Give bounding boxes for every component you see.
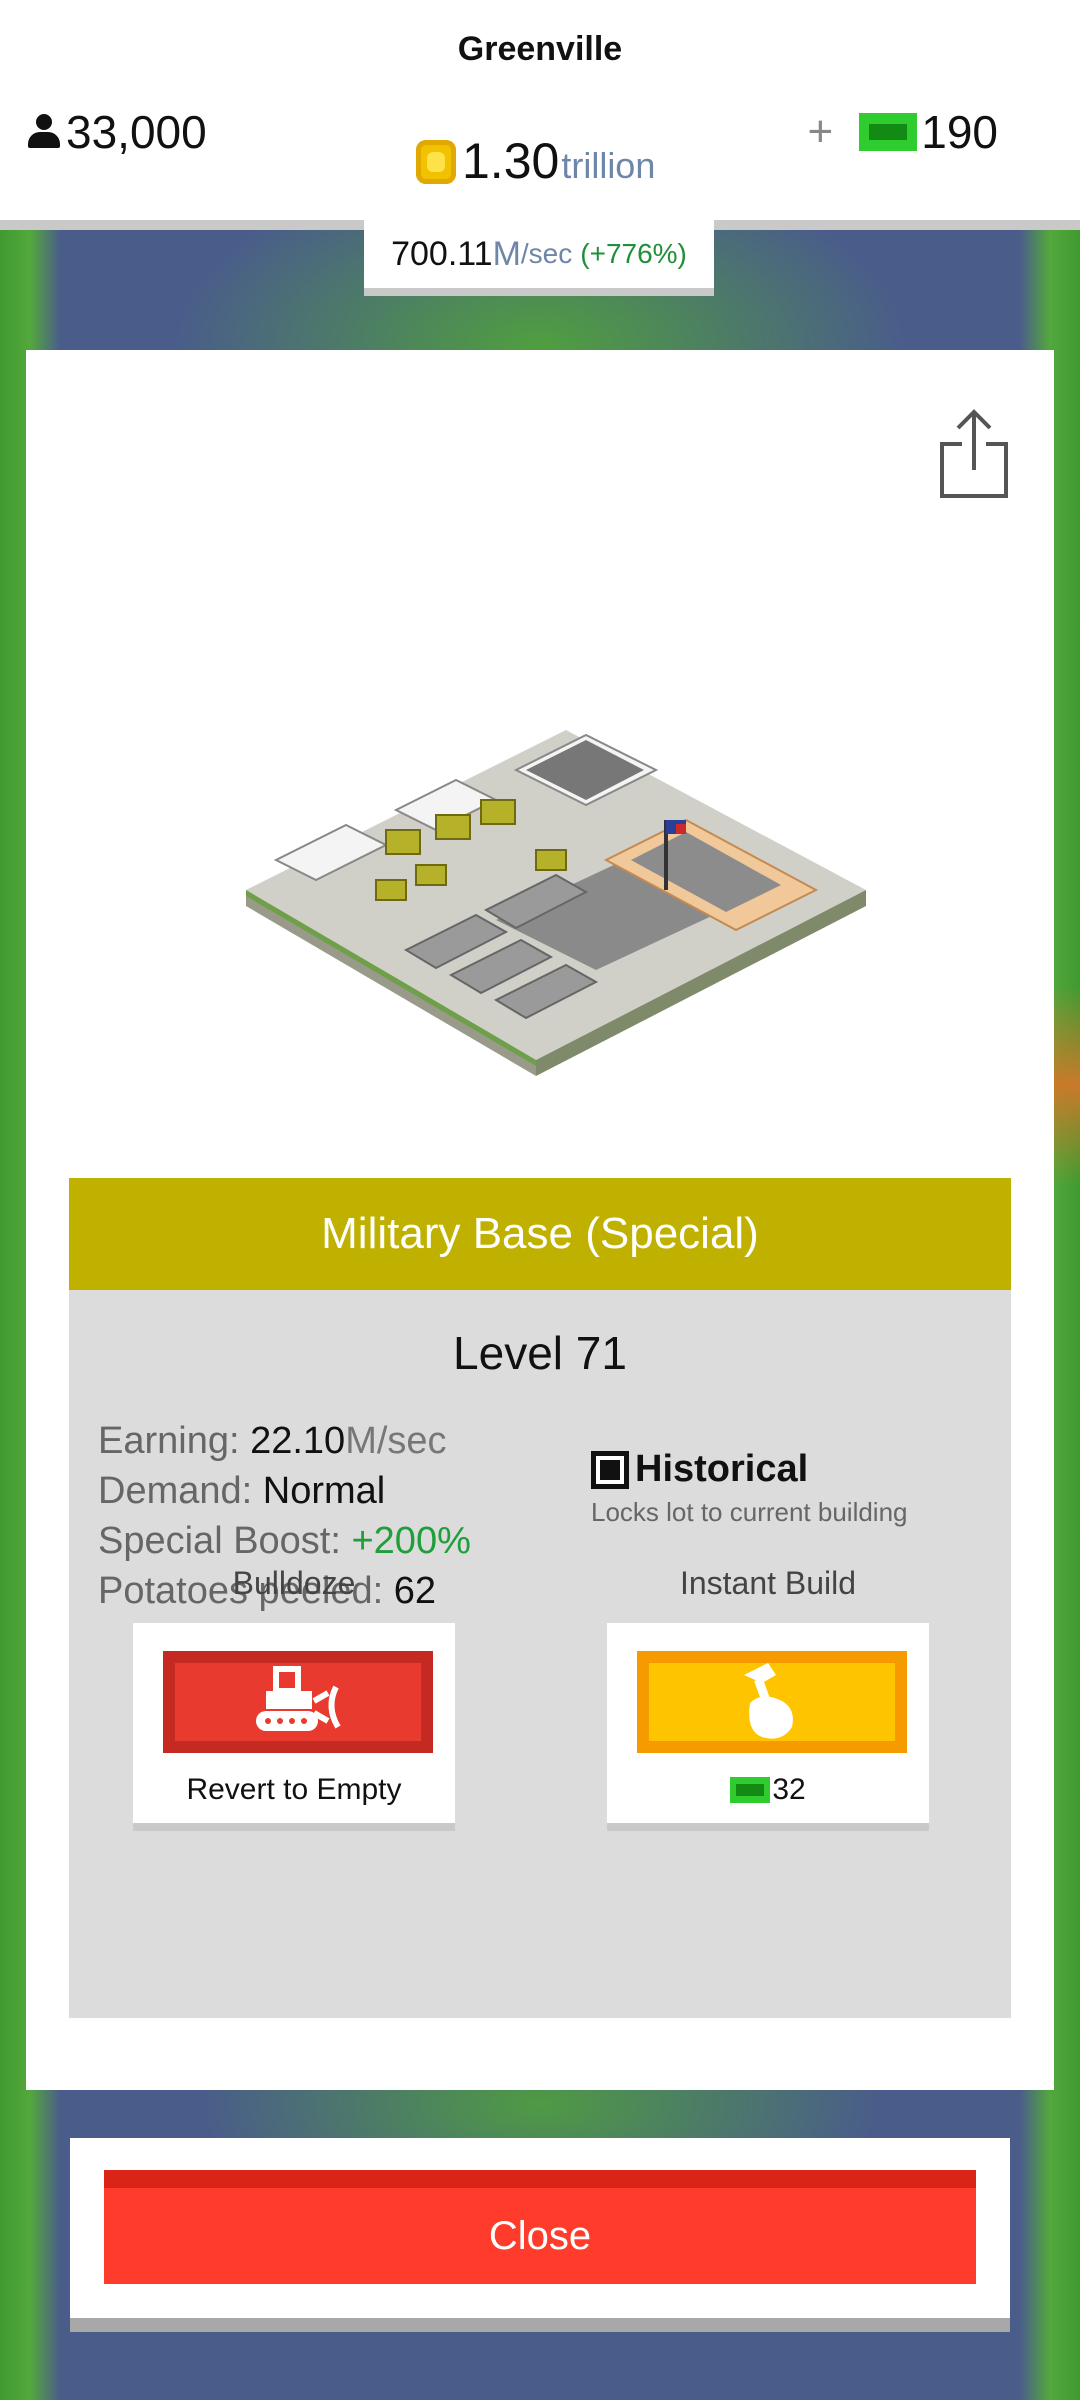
boost-row: Special Boost: +200% [98, 1516, 471, 1566]
bulldoze-section: Bulldoze Revert to Empty [133, 1563, 455, 1823]
coins-unit: trillion [561, 145, 656, 186]
coins-value: 1.30 [462, 133, 560, 189]
instant-build-cost-value: 32 [772, 1773, 806, 1806]
historical-label: Historical [635, 1448, 809, 1490]
instant-build-section: Instant Build 32 [607, 1563, 929, 1823]
military-base-image [236, 720, 876, 1080]
background-detail [1050, 985, 1080, 1185]
bulldoze-caption: Revert to Empty [186, 1773, 402, 1806]
building-level: Level 71 [453, 1327, 627, 1379]
top-bar: Greenville 33,000 1.30 trillion + 190 [0, 0, 1080, 230]
instant-build-cost: 32 [607, 1773, 929, 1807]
earning-unit: M/sec [345, 1420, 447, 1462]
building-panel: Military Base (Special) Level 71 Earning… [26, 350, 1054, 2090]
rate-unit-suffix: /sec [520, 238, 573, 269]
coins-counter: 1.30 trillion [416, 132, 655, 190]
bulldoze-button[interactable] [163, 1651, 433, 1753]
coin-icon [416, 140, 456, 184]
earning-row: Earning: 22.10M/sec [98, 1416, 471, 1466]
building-title: Military Base (Special) [321, 1209, 759, 1258]
share-icon [940, 409, 1008, 498]
bucks-value: 190 [921, 106, 998, 158]
person-icon [26, 114, 62, 150]
earning-label: Earning: [98, 1420, 251, 1462]
instant-build-card[interactable]: 32 [607, 1623, 929, 1823]
cash-icon [859, 113, 918, 151]
instant-build-button[interactable] [637, 1651, 907, 1753]
close-container: Close [70, 2138, 1010, 2318]
population-counter: 33,000 [26, 105, 207, 159]
rate-unit: M [492, 234, 521, 273]
boost-label: Special Boost: [98, 1520, 352, 1562]
cash-icon [730, 1777, 771, 1803]
earning-value: 22.10 [250, 1420, 346, 1462]
population-value: 33,000 [66, 106, 207, 158]
instant-build-heading: Instant Build [679, 1565, 857, 1601]
building-title-bar: Military Base (Special) [69, 1178, 1011, 1290]
close-button[interactable]: Close [104, 2170, 976, 2284]
share-button[interactable] [938, 406, 1010, 500]
historical-toggle[interactable]: Historical Locks lot to current building [591, 1448, 908, 1528]
bulldozer-icon [256, 1666, 341, 1731]
demand-value: Normal [262, 1470, 386, 1512]
checkbox-icon[interactable] [591, 1450, 629, 1489]
building-info: Military Base (Special) Level 71 Earning… [69, 1178, 1011, 2018]
boost-value: +200% [351, 1520, 471, 1562]
rate-value: 700.11 [391, 234, 493, 273]
bucks-counter: + 190 [808, 105, 998, 159]
bulldoze-heading: Bulldoze [232, 1565, 356, 1601]
hammer-hand-icon [744, 1663, 793, 1739]
demand-row: Demand: Normal [98, 1466, 471, 1516]
demand-label: Demand: [98, 1470, 263, 1512]
city-name: Greenville [457, 30, 623, 68]
add-bucks-button[interactable]: + [808, 110, 834, 154]
rate-change: (+776%) [580, 238, 687, 269]
close-label: Close [488, 2213, 592, 2258]
bulldoze-card[interactable]: Revert to Empty [133, 1623, 455, 1823]
income-rate: 700.11 M /sec (+776%) [364, 220, 714, 296]
historical-row: Historical [591, 1448, 908, 1491]
historical-description: Locks lot to current building [591, 1497, 908, 1527]
